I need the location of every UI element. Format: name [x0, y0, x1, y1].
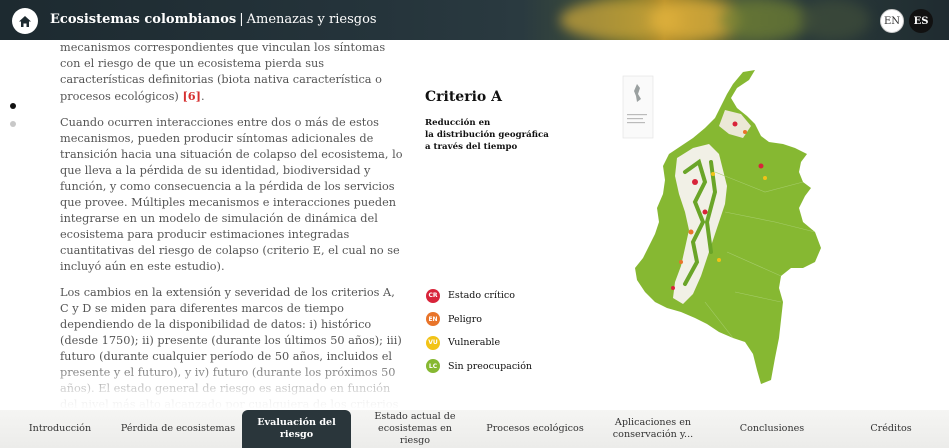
colombia-risk-map: [622, 70, 821, 384]
lang-es-button[interactable]: ES: [909, 9, 933, 33]
criterion-subtitle-line-3: a través del tiempo: [425, 142, 518, 152]
en-badge-icon: EN: [426, 312, 440, 327]
bottom-navigation: Introducción Pérdida de ecosistemas Eval…: [0, 410, 949, 448]
legend-label: Vulnerable: [448, 337, 501, 349]
legend-item-lc: LC Sin preocupación: [426, 355, 532, 379]
title-main: Ecosistemas colombianos: [50, 12, 237, 27]
nav-aplicaciones[interactable]: Aplicaciones en conservación y...: [606, 410, 700, 448]
nav-introduccion[interactable]: Introducción: [20, 410, 100, 448]
legend-label: Sin preocupación: [448, 360, 533, 372]
paragraph-1: mecanismos correspondientes que vinculan…: [60, 40, 405, 105]
lang-en-button[interactable]: EN: [880, 9, 904, 33]
legend-item-en: EN Peligro: [426, 308, 532, 332]
paragraph-1-text: mecanismos correspondientes que vinculan…: [60, 41, 386, 103]
home-icon: [19, 15, 31, 27]
legend-item-vu: VU Vulnerable: [426, 331, 532, 355]
reference-link[interactable]: [6]: [182, 89, 201, 103]
vu-badge-icon: VU: [426, 335, 440, 350]
section-dot[interactable]: [10, 121, 16, 127]
nav-perdida-ecosistemas[interactable]: Pérdida de ecosistemas: [118, 410, 238, 448]
risk-legend: CR Estado crítico EN Peligro VU Vulnerab…: [426, 284, 532, 378]
top-header: Ecosistemas colombianos | Amenazas y riesg…: [0, 0, 949, 40]
paragraph-2: Cuando ocurren interacciones entre dos o…: [60, 116, 403, 273]
site-title[interactable]: Ecosistemas colombianos | Amenazas y riesg…: [50, 12, 377, 27]
nav-procesos-ecologicos[interactable]: Procesos ecológicos: [480, 410, 590, 448]
title-section: Amenazas y riesgos: [246, 12, 377, 27]
criterion-subtitle-line-1: Reducción en: [425, 118, 491, 128]
text-fade: [50, 360, 420, 410]
section-dot-active[interactable]: [10, 103, 16, 109]
criterion-subtitle: Reducción en la distribución geográfica …: [425, 117, 565, 153]
san-andres-inset: [622, 75, 654, 139]
legend-label: Estado crítico: [448, 290, 515, 302]
nav-creditos[interactable]: Créditos: [858, 410, 924, 448]
home-button[interactable]: [12, 8, 38, 34]
nav-conclusiones[interactable]: Conclusiones: [728, 410, 816, 448]
title-separator: |: [239, 12, 244, 27]
lc-badge-icon: LC: [426, 359, 440, 374]
nav-estado-actual[interactable]: Estado actual de ecosistemas en riesgo: [364, 410, 466, 448]
criterion-title: Criterio A: [425, 89, 502, 105]
legend-item-cr: CR Estado crítico: [426, 284, 532, 308]
paragraph-1-end: .: [201, 90, 205, 103]
criterion-subtitle-line-2: la distribución geográfica: [425, 130, 549, 140]
nav-evaluacion-riesgo[interactable]: Evaluación del riesgo: [242, 410, 351, 448]
legend-label: Peligro: [448, 313, 483, 325]
cr-badge-icon: CR: [426, 288, 440, 303]
